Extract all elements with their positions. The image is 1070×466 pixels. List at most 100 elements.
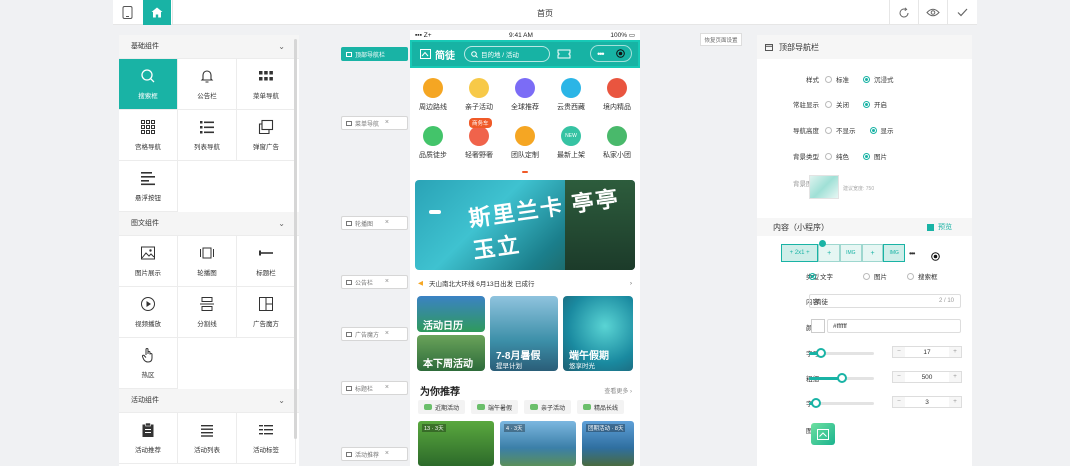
layer-tag-top-nav[interactable]: 顶部导航栏 xyxy=(341,47,408,61)
carousel-banner[interactable]: 斯里兰卡 亭亭玉立 xyxy=(415,180,635,270)
section-header-basic[interactable]: 基础组件 ⌄ xyxy=(119,35,299,59)
segment-handle-icon[interactable] xyxy=(819,240,826,247)
letter-spacing-slider[interactable] xyxy=(809,398,874,408)
recommend-card[interactable]: 13 · 3天 xyxy=(418,421,494,466)
close-icon[interactable]: × xyxy=(385,450,389,457)
preview-toggle[interactable]: 预览 xyxy=(927,222,952,232)
component-float-button[interactable]: 悬浮按钮 xyxy=(119,161,178,212)
panel-scrollbar[interactable] xyxy=(294,39,297,439)
minus-icon[interactable]: − xyxy=(893,397,905,407)
color-input[interactable]: #ffffff xyxy=(827,319,961,333)
component-ad-cube[interactable]: 广告魔方 xyxy=(237,287,296,338)
component-hot-zone[interactable]: 热区 xyxy=(119,338,178,389)
confirm-button[interactable] xyxy=(948,0,976,25)
color-swatch[interactable] xyxy=(811,319,825,333)
component-notice[interactable]: 公告栏 xyxy=(178,59,237,110)
component-menu-nav[interactable]: 菜单导航 xyxy=(237,59,296,110)
segment-block[interactable]: IMG xyxy=(840,244,862,262)
component-list-nav[interactable]: 列表导航 xyxy=(178,110,237,161)
radio-option[interactable]: 图片 xyxy=(863,271,887,281)
plus-icon[interactable]: + xyxy=(949,397,961,407)
component-popup-ad[interactable]: 弹窗广告 xyxy=(237,110,296,161)
top-navbar[interactable]: 简徒 目的地 / 活动 ••• xyxy=(410,40,640,68)
segment-block[interactable]: + 2x1 + xyxy=(781,244,819,262)
menu-item[interactable]: 境内精品 xyxy=(594,78,640,112)
segment-block[interactable]: IMG xyxy=(883,244,905,262)
component-video[interactable]: 视频播放 xyxy=(119,287,178,338)
ad-cube-summer[interactable]: 7-8月暑假 提早计划 xyxy=(490,296,558,371)
layer-tag-menu-nav[interactable]: 菜单导航 × xyxy=(341,116,408,130)
slider-knob[interactable] xyxy=(836,373,847,383)
recommend-more-link[interactable]: 查看更多 › xyxy=(604,386,632,395)
minus-icon[interactable]: − xyxy=(893,347,905,357)
component-activity-tags[interactable]: 活动标签 xyxy=(237,413,296,464)
close-icon[interactable]: × xyxy=(385,330,389,337)
layer-tag-title-bar[interactable]: 标题栏 × xyxy=(341,381,408,395)
ad-cube-dragon-boat[interactable]: 端午假期 悠享时光 xyxy=(563,296,633,371)
menu-item[interactable]: NEW 最新上架 xyxy=(548,126,594,160)
radio-option[interactable]: 文字 xyxy=(809,271,833,281)
section-header-media[interactable]: 图文组件 ⌄ xyxy=(119,212,299,236)
recommend-tab[interactable]: 亲子活动 xyxy=(524,400,572,414)
plus-icon[interactable]: + xyxy=(948,372,961,382)
miniapp-capsule[interactable]: ••• xyxy=(590,45,632,62)
reset-page-settings-button[interactable]: 恢复页面设置 xyxy=(700,33,742,46)
radio-option[interactable]: 搜索框 xyxy=(907,271,938,281)
close-icon[interactable]: × xyxy=(385,278,389,285)
radio-option[interactable]: 纯色 xyxy=(825,151,849,161)
menu-item[interactable]: 私家小团 xyxy=(594,126,640,160)
bg-image-upload[interactable] xyxy=(809,175,839,199)
radio-option[interactable]: 图片 xyxy=(863,151,887,161)
layer-tag-activity[interactable]: 活动推荐 × xyxy=(341,447,408,461)
component-grid-nav[interactable]: 宫格导航 xyxy=(119,110,178,161)
menu-item[interactable]: 商务车 轻奢野奢 xyxy=(456,118,502,160)
font-size-slider[interactable] xyxy=(809,348,874,358)
recommend-tab[interactable]: 端午暑假 xyxy=(471,400,519,414)
segment-block[interactable]: + xyxy=(861,244,884,262)
minus-icon[interactable]: − xyxy=(893,372,905,382)
recommend-tab[interactable]: 近期活动 xyxy=(418,400,466,414)
refresh-button[interactable] xyxy=(890,0,918,25)
ad-cube-weekend[interactable]: 本下周活动 xyxy=(417,335,485,371)
recommend-card[interactable]: 4 · 3天 xyxy=(500,421,576,466)
close-icon[interactable]: × xyxy=(385,119,389,126)
radio-option[interactable]: 沉浸式 xyxy=(863,74,894,84)
component-image[interactable]: 图片展示 xyxy=(119,236,178,287)
font-size-stepper[interactable]: − 17 + xyxy=(892,346,962,358)
recommend-card[interactable]: 团期活动 · 8天 xyxy=(582,421,634,466)
icon-picker[interactable] xyxy=(811,423,835,445)
radio-option[interactable]: 关闭 xyxy=(825,99,849,109)
radio-option[interactable]: 不显示 xyxy=(825,125,856,135)
content-input[interactable]: 简徒 2 / 10 xyxy=(809,294,961,308)
preview-eye-button[interactable] xyxy=(919,0,947,25)
component-carousel[interactable]: 轮播图 xyxy=(178,236,237,287)
letter-spacing-stepper[interactable]: − 3 + xyxy=(892,396,962,408)
layer-tag-notice[interactable]: 公告栏 × xyxy=(341,275,408,289)
menu-item[interactable]: 品质徒步 xyxy=(410,126,456,160)
menu-item[interactable]: 团队定制 xyxy=(502,126,548,160)
nav-search-box[interactable]: 目的地 / 活动 xyxy=(464,46,550,62)
section-header-activity[interactable]: 活动组件 ⌄ xyxy=(119,389,299,413)
slider-knob[interactable] xyxy=(810,398,821,408)
component-activity-list[interactable]: 活动列表 xyxy=(178,413,237,464)
component-divider[interactable]: 分割线 xyxy=(178,287,237,338)
close-icon[interactable]: × xyxy=(385,384,389,391)
font-weight-slider[interactable] xyxy=(809,373,874,383)
layer-tag-carousel[interactable]: 轮播图 × xyxy=(341,216,408,230)
radio-option[interactable]: 开启 xyxy=(863,99,887,109)
menu-item[interactable]: 全球推荐 xyxy=(502,78,548,112)
layer-tag-ad-cube[interactable]: 广告魔方 × xyxy=(341,327,408,341)
menu-item[interactable]: 云贵西藏 xyxy=(548,78,594,112)
plus-icon[interactable]: + xyxy=(948,347,961,357)
component-activity-recommend[interactable]: 活动推荐 xyxy=(119,413,178,464)
component-title-bar[interactable]: 标题栏 xyxy=(237,236,296,287)
radio-option[interactable]: 标准 xyxy=(825,74,849,84)
slider-knob[interactable] xyxy=(815,348,826,358)
font-weight-stepper[interactable]: − 500 + xyxy=(892,371,962,383)
menu-item[interactable]: 亲子活动 xyxy=(456,78,502,112)
radio-option[interactable]: 显示 xyxy=(869,125,894,135)
notice-bar[interactable]: ◀ 天山南北大环线 6月13日出发 已成行 › xyxy=(415,276,635,290)
component-search[interactable]: 搜索框 xyxy=(119,59,178,110)
close-icon[interactable]: × xyxy=(385,219,389,226)
menu-item[interactable]: 周边路线 xyxy=(410,78,456,112)
